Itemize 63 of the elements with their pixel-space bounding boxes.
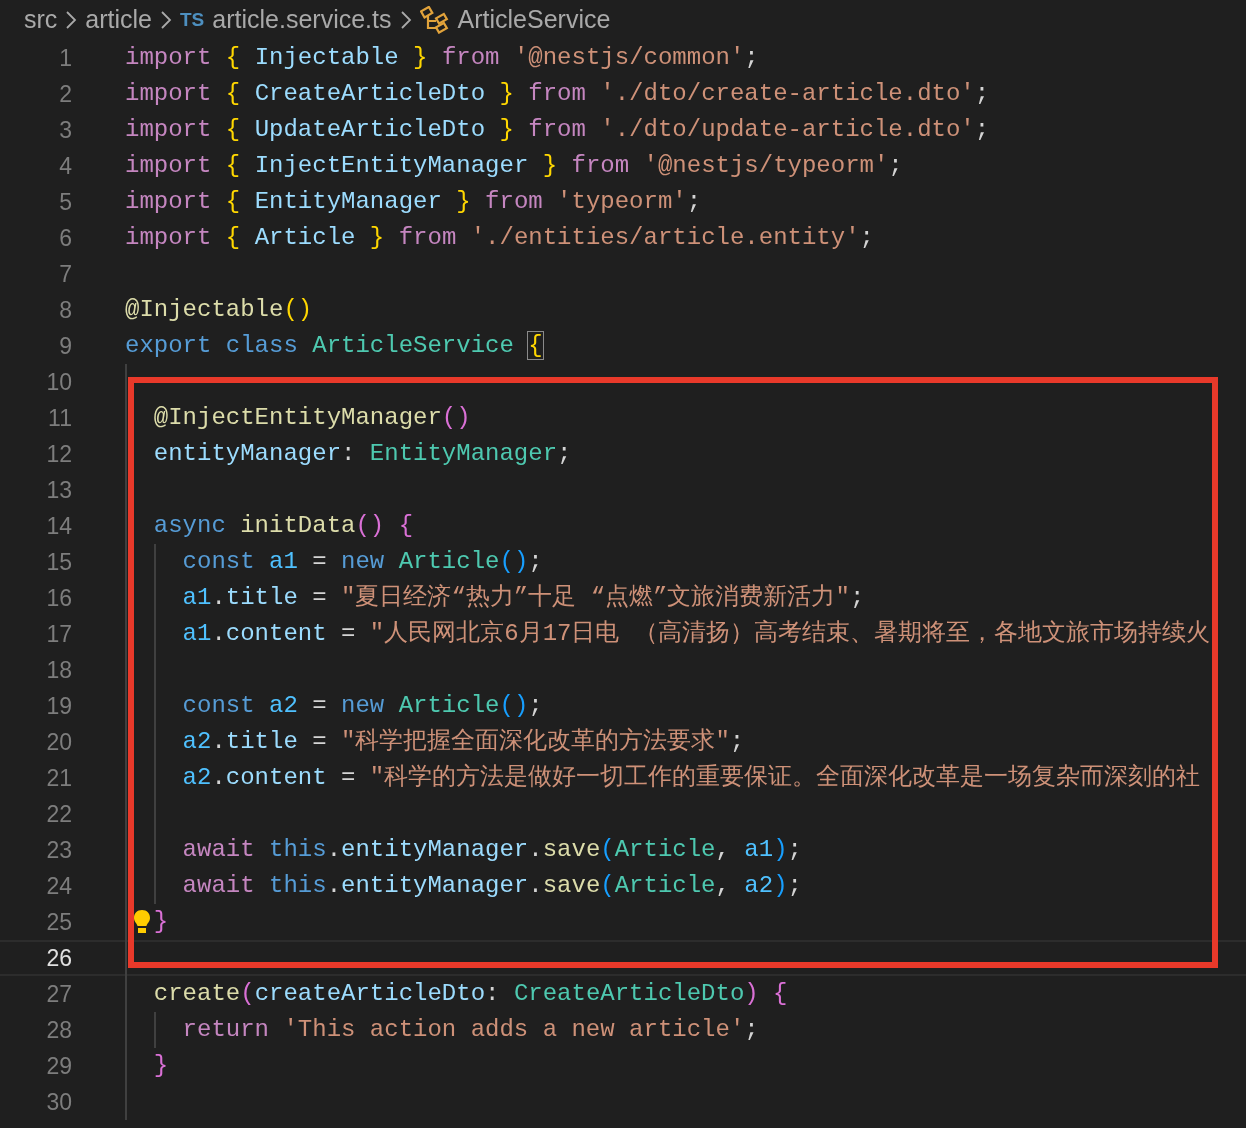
code-line: @Injectable() bbox=[125, 295, 313, 325]
code-line: export class ArticleService { bbox=[125, 331, 543, 361]
code-line: import { InjectEntityManager } from '@nestjs/typeorm'; bbox=[125, 151, 903, 181]
line-number: 22 bbox=[45, 799, 72, 829]
code-line: return 'This action adds a new article'; bbox=[182, 1015, 759, 1045]
line-number: 18 bbox=[45, 655, 72, 685]
line-number: 27 bbox=[45, 979, 72, 1009]
line-number: 5 bbox=[58, 187, 72, 217]
line-number: 20 bbox=[45, 727, 72, 757]
line-number: 25 bbox=[45, 907, 72, 937]
line-number: 19 bbox=[45, 691, 72, 721]
code-line: } bbox=[153, 907, 169, 937]
line-number: 16 bbox=[45, 583, 72, 613]
code-line: } bbox=[153, 1051, 169, 1081]
line-number: 26 bbox=[45, 943, 72, 973]
chevron-icon bbox=[160, 10, 172, 30]
line-number: 6 bbox=[58, 223, 72, 253]
breadcrumb-item[interactable]: article bbox=[85, 1, 152, 39]
line-number: 9 bbox=[58, 331, 72, 361]
code-line: a1.title = "夏日经济“热力”十足 “点燃”文旅消费新活力"; bbox=[182, 583, 865, 613]
line-number: 4 bbox=[58, 151, 72, 181]
line-number: 11 bbox=[47, 403, 72, 433]
line-number: 23 bbox=[45, 835, 72, 865]
code-line: entityManager: EntityManager; bbox=[153, 439, 572, 469]
code-line: const a1 = new Article(); bbox=[182, 547, 543, 577]
code-line: import { CreateArticleDto } from './dto/create-article.dto'; bbox=[125, 79, 990, 109]
file-type-label: TS bbox=[180, 7, 205, 32]
breadcrumb-item[interactable]: article.service.ts bbox=[212, 1, 392, 39]
code-line: import { Injectable } from '@nestjs/common'; bbox=[125, 43, 759, 73]
line-number: 1 bbox=[58, 43, 72, 73]
line-number: 7 bbox=[58, 259, 72, 289]
code-line: create(createArticleDto: CreateArticleDto) { bbox=[153, 979, 788, 1009]
line-number: 15 bbox=[45, 547, 72, 577]
line-number: 24 bbox=[45, 871, 72, 901]
chevron-icon bbox=[399, 10, 412, 30]
code-line: a2.content = "科学的方法是做好一切工作的重要保证。全面深化改革是一场复杂而深刻的社 bbox=[182, 762, 1201, 793]
line-number: 13 bbox=[45, 475, 72, 505]
code-line: await this.entityManager.save(Article, a2); bbox=[182, 871, 802, 901]
code-line: import { EntityManager } from 'typeorm'; bbox=[125, 187, 702, 217]
breadcrumb-item[interactable]: ArticleService bbox=[457, 1, 611, 39]
line-number: 8 bbox=[58, 295, 72, 325]
code-line: a1.content = "人民网北京6月17日电 （高清扬）高考结束、暑期将至，各地文旅市场持续火 bbox=[182, 618, 1210, 649]
code-line: await this.entityManager.save(Article, a1); bbox=[182, 835, 802, 865]
line-number: 12 bbox=[45, 439, 72, 469]
line-number: 10 bbox=[45, 367, 72, 397]
code-line: async initData() { bbox=[153, 511, 414, 541]
breadcrumb-item[interactable]: src bbox=[24, 1, 58, 39]
code-line: @InjectEntityManager() bbox=[153, 403, 471, 433]
lightbulb-icon[interactable] bbox=[133, 909, 151, 935]
line-number: 2 bbox=[58, 79, 72, 109]
line-number: 29 bbox=[45, 1051, 72, 1081]
code-line: import { Article } from './entities/article.entity'; bbox=[125, 223, 874, 253]
line-number: 30 bbox=[45, 1087, 72, 1117]
line-number: 17 bbox=[45, 619, 72, 649]
line-number: 21 bbox=[45, 763, 72, 793]
code-line: const a2 = new Article(); bbox=[182, 691, 543, 721]
line-number: 14 bbox=[45, 511, 72, 541]
code-line: a2.title = "科学把握全面深化改革的方法要求"; bbox=[182, 726, 745, 757]
line-number: 28 bbox=[45, 1015, 72, 1045]
code-line: import { UpdateArticleDto } from './dto/update-article.dto'; bbox=[125, 115, 990, 145]
line-number: 3 bbox=[58, 115, 72, 145]
chevron-icon bbox=[65, 10, 78, 30]
class-icon bbox=[419, 6, 450, 34]
